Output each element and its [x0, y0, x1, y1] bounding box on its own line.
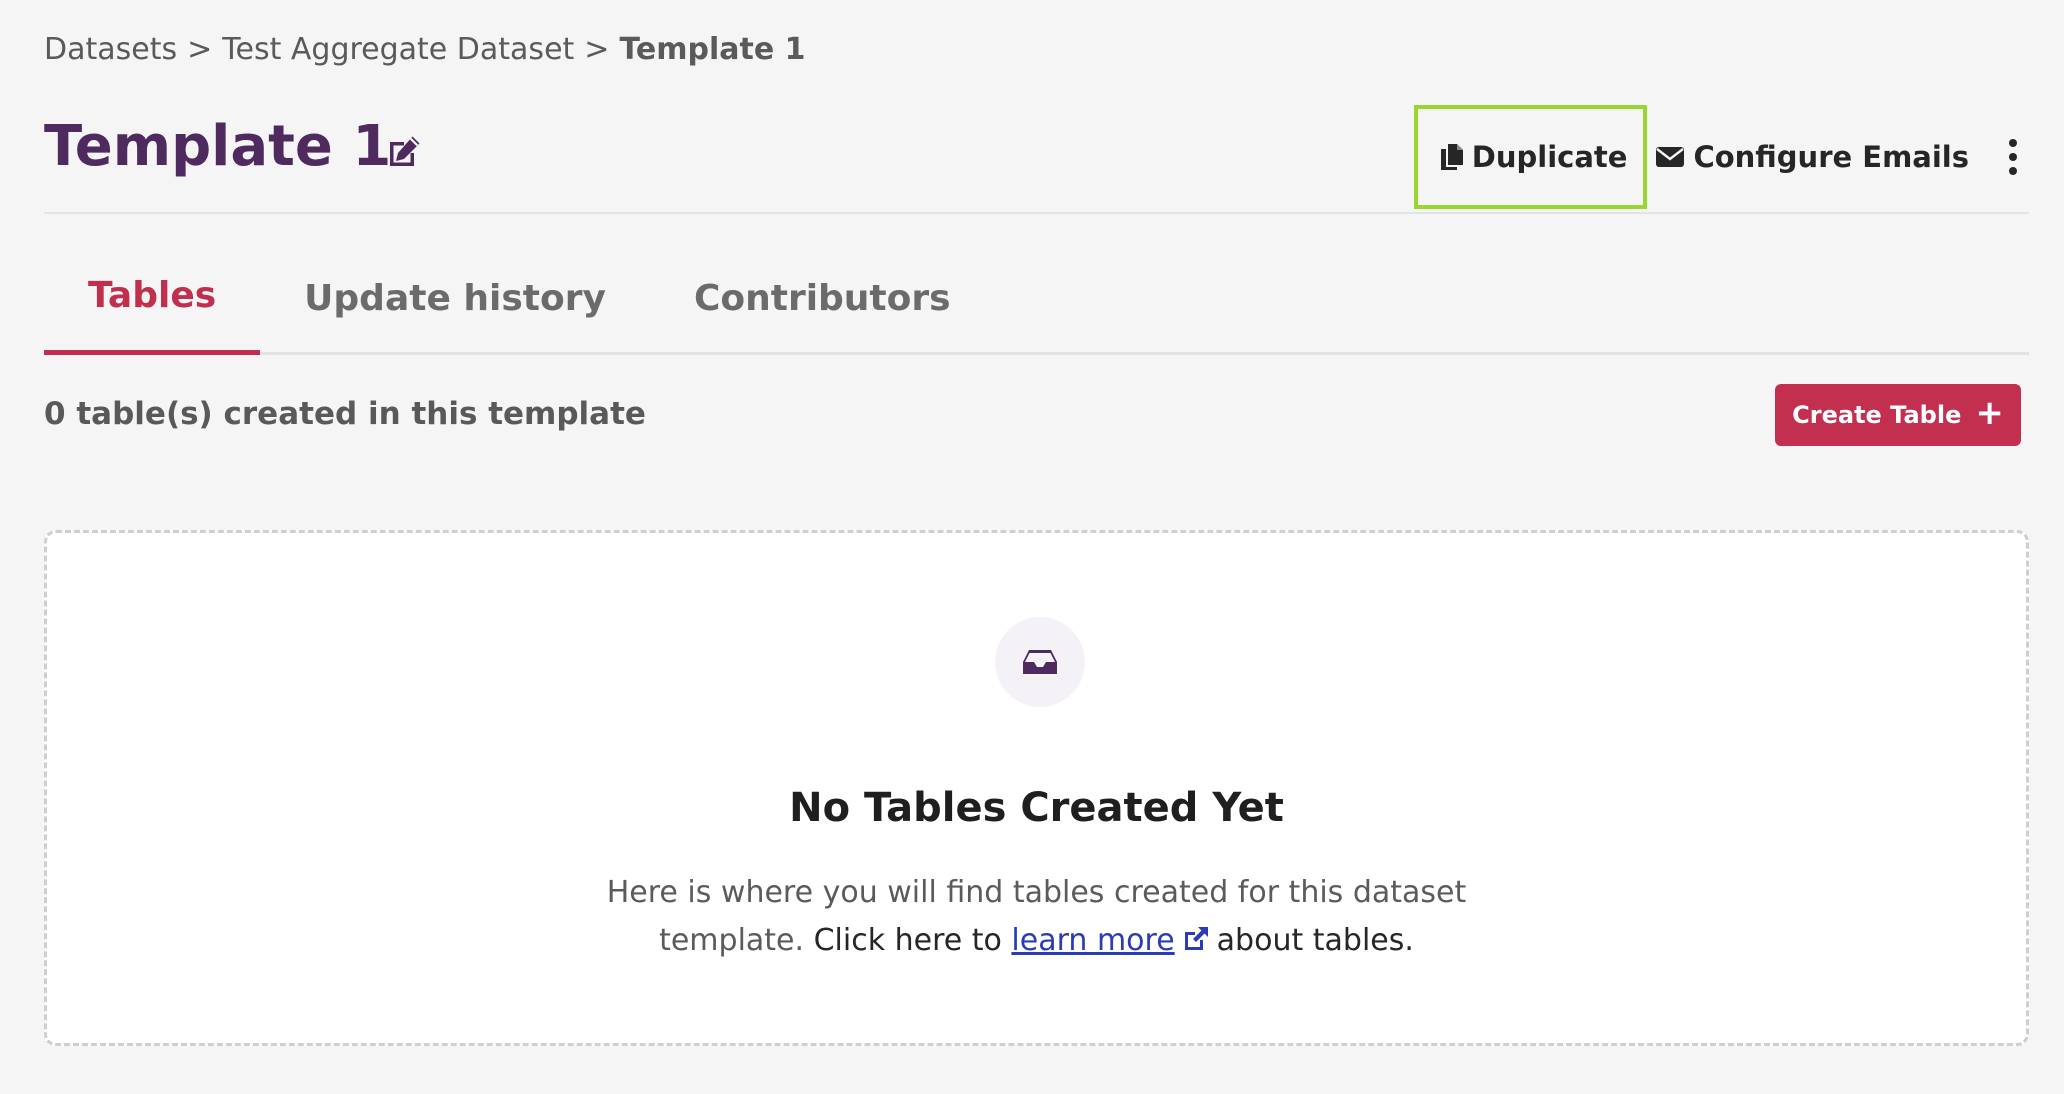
header-actions: Duplicate Configure Emails [1413, 105, 2029, 209]
empty-desc-part-b: Click here to [813, 923, 1002, 958]
breadcrumb-dataset[interactable]: Test Aggregate Dataset [222, 32, 574, 67]
page: Datasets > Test Aggregate Dataset > Temp… [44, 0, 2029, 1094]
create-table-button[interactable]: Create Table + [1775, 384, 2021, 446]
envelope-icon [1655, 145, 1685, 169]
create-table-label: Create Table [1792, 401, 1962, 429]
more-options-icon[interactable] [2005, 139, 2021, 175]
empty-desc-part-c: about tables. [1216, 923, 1414, 958]
edit-icon[interactable] [384, 132, 424, 172]
page-header: Template 1 Duplicate Configure Emails [44, 105, 2029, 214]
duplicate-label: Duplicate [1471, 140, 1628, 174]
empty-state-desc-line1: Here is where you will find tables creat… [606, 875, 1467, 910]
breadcrumb-separator: > [187, 32, 213, 67]
copy-icon [1440, 143, 1464, 171]
tab-tables[interactable]: Tables [44, 241, 261, 355]
breadcrumb-current: Template 1 [619, 32, 806, 67]
breadcrumb: Datasets > Test Aggregate Dataset > Temp… [44, 32, 806, 67]
configure-emails-button[interactable]: Configure Emails [1655, 140, 1969, 174]
breadcrumb-separator: > [584, 32, 610, 67]
empty-state-desc-line2: template. Click here to learn more about… [47, 917, 2026, 969]
learn-more-link[interactable]: learn more [1011, 923, 1174, 958]
tab-contributors[interactable]: Contributors [650, 241, 995, 355]
tab-update-history[interactable]: Update history [260, 241, 650, 355]
duplicate-button[interactable]: Duplicate [1413, 105, 1648, 209]
plus-icon: + [1975, 393, 2004, 433]
tab-bar: Tables Update history Contributors [44, 238, 2029, 355]
external-link-icon[interactable] [1181, 921, 1211, 969]
breadcrumb-datasets[interactable]: Datasets [44, 32, 177, 67]
empty-state-title: No Tables Created Yet [789, 785, 1284, 831]
inbox-icon [995, 617, 1085, 707]
page-title: Template 1 [44, 114, 392, 179]
empty-state-card: No Tables Created Yet Here is where you … [44, 530, 2029, 1046]
table-count-text: 0 table(s) created in this template [44, 396, 646, 432]
empty-state-description: Here is where you will find tables creat… [47, 869, 2026, 969]
empty-desc-part-a: template. [659, 923, 805, 958]
configure-emails-label: Configure Emails [1693, 140, 1969, 174]
